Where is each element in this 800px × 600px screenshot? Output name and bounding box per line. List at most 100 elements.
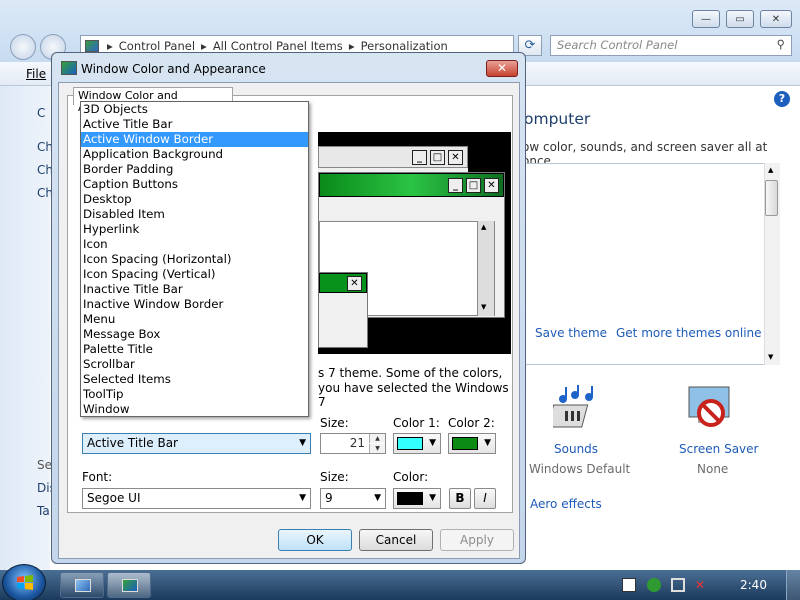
font-color-swatch <box>397 492 423 505</box>
dropdown-option[interactable]: Desktop <box>81 192 308 207</box>
cancel-button[interactable]: Cancel <box>359 529 433 551</box>
preview-minimize-button: _ <box>448 177 463 193</box>
preview-message-titlebar: ✕ <box>319 273 367 293</box>
maximize-button[interactable]: ▭ <box>726 10 754 28</box>
breadcrumb-personalization[interactable]: Personalization <box>361 39 448 53</box>
control-panel-icon <box>85 39 99 52</box>
left-link-1[interactable]: C <box>37 106 45 120</box>
preview-close-button: ✕ <box>448 149 463 165</box>
show-desktop-button[interactable] <box>786 570 800 600</box>
color1-button[interactable]: ▼ <box>393 433 441 454</box>
dropdown-option[interactable]: Icon Spacing (Horizontal) <box>81 252 308 267</box>
chevron-down-icon: ▼ <box>429 493 436 503</box>
color1-label: Color 1: <box>393 416 440 430</box>
item-size-value: 21 <box>349 436 365 450</box>
dropdown-option[interactable]: Icon <box>81 237 308 252</box>
italic-button[interactable]: I <box>474 488 496 509</box>
dropdown-option[interactable]: Border Padding <box>81 162 308 177</box>
menu-file[interactable]: File <box>26 67 46 81</box>
taskbar-control-panel-button[interactable] <box>60 572 104 598</box>
scrollbar-thumb[interactable] <box>765 180 778 216</box>
dropdown-option[interactable]: Message Box <box>81 327 308 342</box>
chevron-right-icon: ▸ <box>107 38 113 53</box>
left-pane <box>0 86 50 570</box>
dropdown-option[interactable]: Window <box>81 402 308 417</box>
screen-saver-link[interactable]: Screen Saver <box>679 442 758 456</box>
chevron-down-icon: ▼ <box>299 438 306 448</box>
info-text-line-1: s 7 theme. Some of the colors, <box>318 366 503 380</box>
appearance-preview[interactable]: _ □ ✕ _ □ ✕ ▲ ▼ ✕ <box>318 132 511 354</box>
aero-effects-link[interactable]: Aero effects <box>530 497 602 511</box>
chevron-right-icon: ▸ <box>348 38 355 53</box>
screen-saver-icon[interactable] <box>684 385 734 437</box>
start-button[interactable] <box>2 564 46 600</box>
dropdown-option[interactable]: 3D Objects <box>81 102 308 117</box>
item-select-value: Active Title Bar <box>87 436 178 450</box>
bold-button[interactable]: B <box>449 488 471 509</box>
font-color-button[interactable]: ▼ <box>393 488 441 509</box>
save-theme-link[interactable]: Save theme <box>535 326 607 340</box>
item-size-spinner[interactable]: 21 ▲ ▼ <box>320 433 386 454</box>
control-panel-icon <box>75 579 91 592</box>
dropdown-option[interactable]: Selected Items <box>81 372 308 387</box>
dialog-close-button[interactable]: ✕ <box>486 60 518 77</box>
dropdown-option[interactable]: Palette Title <box>81 342 308 357</box>
search-icon: ⚲ <box>776 37 785 51</box>
windows-logo-icon <box>17 575 33 590</box>
close-button[interactable]: ✕ <box>760 10 792 28</box>
item-select[interactable]: Active Title Bar ▼ <box>82 433 311 454</box>
dropdown-option[interactable]: Hyperlink <box>81 222 308 237</box>
chevron-down-icon: ▼ <box>429 438 436 448</box>
preview-close-button: ✕ <box>347 275 362 291</box>
dropdown-option[interactable]: Active Window Border <box>81 132 308 147</box>
color2-label: Color 2: <box>448 416 495 430</box>
breadcrumb-all-items[interactable]: All Control Panel Items <box>213 39 343 53</box>
color2-button[interactable]: ▼ <box>448 433 496 454</box>
chevron-down-icon: ▼ <box>484 438 491 448</box>
action-center-icon[interactable] <box>647 578 661 592</box>
left-link-taskbar[interactable]: Ta <box>37 504 50 518</box>
network-icon[interactable] <box>671 578 685 592</box>
font-label: Font: <box>82 470 113 484</box>
minimize-button[interactable]: — <box>692 10 720 28</box>
scroll-down-icon[interactable]: ▼ <box>768 353 773 361</box>
help-icon[interactable]: ? <box>774 91 790 107</box>
dropdown-option[interactable]: Active Title Bar <box>81 117 308 132</box>
taskbar: ✕ 2:40 <box>0 564 800 600</box>
ok-button[interactable]: OK <box>278 529 352 551</box>
font-size-select[interactable]: 9 ▼ <box>320 488 386 509</box>
spin-up-icon[interactable]: ▲ <box>369 434 385 443</box>
taskbar-window-color-button[interactable] <box>107 572 151 598</box>
spin-down-icon[interactable]: ▼ <box>369 444 385 453</box>
size-label: Size: <box>320 416 349 430</box>
dropdown-option[interactable]: Scrollbar <box>81 357 308 372</box>
font-size-value: 9 <box>325 491 333 505</box>
preview-maximize-button: □ <box>466 177 481 193</box>
color1-swatch <box>397 437 423 450</box>
clock[interactable]: 2:40 <box>740 578 767 592</box>
preview-message-box[interactable]: ✕ <box>318 272 368 348</box>
volume-muted-icon[interactable]: ✕ <box>695 578 709 592</box>
dropdown-option[interactable]: Icon Spacing (Vertical) <box>81 267 308 282</box>
dropdown-option[interactable]: Inactive Window Border <box>81 297 308 312</box>
dropdown-option[interactable]: Caption Buttons <box>81 177 308 192</box>
sounds-icon[interactable] <box>553 385 599 437</box>
dropdown-option[interactable]: Inactive Title Bar <box>81 282 308 297</box>
get-more-themes-link[interactable]: Get more themes online <box>616 326 762 340</box>
item-dropdown-list[interactable]: 3D Objects Active Title Bar Active Window … <box>80 101 309 417</box>
back-button[interactable] <box>10 34 36 60</box>
scroll-up-icon[interactable]: ▲ <box>768 166 773 174</box>
color2-swatch <box>452 437 478 450</box>
font-select[interactable]: Segoe UI ▼ <box>82 488 311 509</box>
font-size-label: Size: <box>320 470 349 484</box>
preview-maximize-button: □ <box>430 149 445 165</box>
breadcrumb-control-panel[interactable]: Control Panel <box>119 39 195 53</box>
dropdown-option[interactable]: Disabled Item <box>81 207 308 222</box>
dropdown-option[interactable]: Application Background <box>81 147 308 162</box>
dropdown-option[interactable]: Menu <box>81 312 308 327</box>
notepad-tray-icon[interactable] <box>622 578 636 592</box>
apply-button[interactable]: Apply <box>440 529 514 551</box>
sounds-link[interactable]: Sounds <box>554 442 598 456</box>
search-input[interactable]: Search Control Panel ⚲ <box>550 35 792 56</box>
dropdown-option[interactable]: ToolTip <box>81 387 308 402</box>
